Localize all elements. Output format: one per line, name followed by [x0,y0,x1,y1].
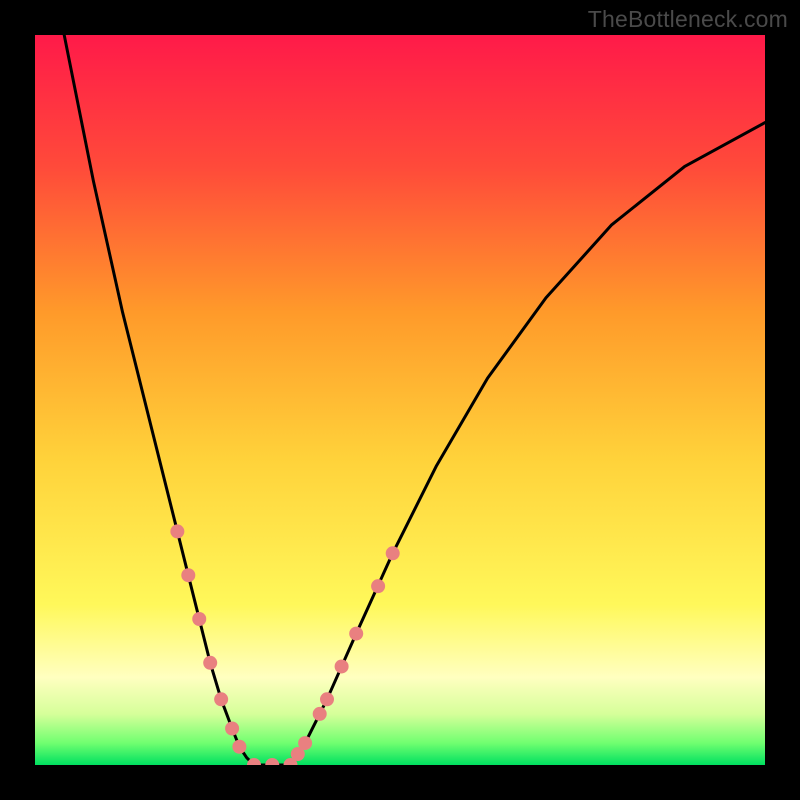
marker-dot [214,692,228,706]
marker-dot [386,546,400,560]
marker-dot [298,736,312,750]
marker-dot [170,524,184,538]
marker-dot [192,612,206,626]
watermark-text: TheBottleneck.com [588,6,788,33]
marker-dot [320,692,334,706]
marker-dot [203,656,217,670]
chart-frame: TheBottleneck.com [0,0,800,800]
marker-dot [313,707,327,721]
marker-dot [349,627,363,641]
marker-dot [225,722,239,736]
marker-dot [181,568,195,582]
marker-dot [371,579,385,593]
chart-svg [35,35,765,765]
marker-dot [335,659,349,673]
marker-dot [232,740,246,754]
plot-area [35,35,765,765]
